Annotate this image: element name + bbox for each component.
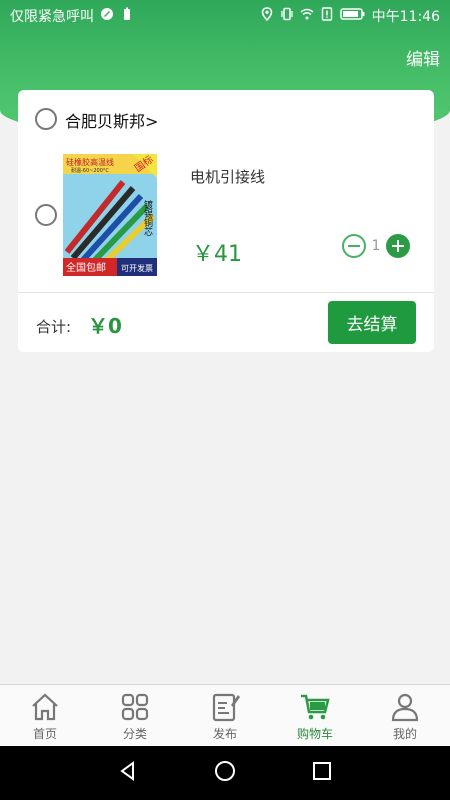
tab-publish-label: 发布 [212, 727, 237, 741]
image-free-shipping-text: 全国包邮 [66, 261, 106, 274]
image-side-text: 镀锡铜芯 [142, 199, 153, 236]
total-label: 合计: [36, 318, 72, 336]
status-bar: 仅限紧急呼叫 中午11:46 [0, 0, 450, 32]
circle-home-icon [214, 761, 235, 781]
wifi-icon [300, 7, 314, 25]
location-icon [260, 7, 274, 25]
checkout-button[interactable]: 去结算 [328, 301, 416, 344]
store-select-radio[interactable] [35, 108, 57, 130]
tab-profile[interactable]: 我的 [360, 685, 450, 746]
home-button[interactable] [214, 760, 236, 786]
back-button[interactable] [117, 760, 139, 786]
edit-icon [212, 693, 240, 722]
tab-category-label: 分类 [122, 727, 147, 741]
total-value: ￥0 [88, 314, 122, 338]
tab-profile-label: 我的 [392, 727, 417, 741]
system-navigation-bar [0, 746, 450, 800]
image-title-text: 硅橡胶高温线 [66, 157, 114, 167]
plus-icon [392, 240, 404, 252]
item-title[interactable]: 电机引接线 [190, 166, 265, 187]
minus-icon [348, 245, 360, 247]
vibrate-icon [280, 7, 294, 25]
tab-category[interactable]: 分类 [90, 685, 180, 746]
notification-icon [100, 7, 114, 25]
item-price: ￥41 [192, 242, 242, 267]
user-icon [391, 693, 419, 722]
back-icon [120, 761, 135, 781]
quantity-stepper: 1 [342, 234, 410, 258]
decrease-quantity-button[interactable] [342, 234, 366, 258]
battery-icon [339, 7, 366, 25]
increase-quantity-button[interactable] [386, 234, 410, 258]
image-range-text: 耐温-60~200°C [71, 167, 109, 174]
square-recents-icon [312, 762, 331, 780]
grid-icon [121, 693, 149, 721]
tab-publish[interactable]: 发布 [180, 685, 270, 746]
image-invoice-text: 可开发票 [121, 263, 153, 273]
tab-home-label: 首页 [32, 727, 57, 741]
home-icon [32, 693, 58, 721]
clock: 中午11:46 [371, 9, 440, 25]
tab-cart-label: 购物车 [296, 727, 333, 741]
divider [18, 292, 434, 293]
quantity-value: 1 [371, 238, 381, 254]
product-image[interactable]: 硅橡胶高温线 耐温-60~200°C 国标 全国包邮 可开发票 镀锡铜芯 [63, 154, 157, 276]
recents-button[interactable] [311, 760, 333, 786]
bottom-tab-bar: 首页 分类 发布 购物车 我的 [0, 684, 450, 746]
item-select-radio[interactable] [35, 204, 57, 226]
tab-cart[interactable]: 购物车 [270, 685, 360, 746]
cart-store-card: 合肥贝斯邦> 硅橡胶高温线 耐温-60~200°C 国标 全国包邮 可开发票 镀… [18, 90, 434, 352]
edit-button[interactable]: 编辑 [406, 45, 440, 70]
store-header: 合肥贝斯邦> [18, 90, 434, 148]
tab-home[interactable]: 首页 [0, 685, 90, 746]
cart-icon [301, 694, 330, 720]
battery-alert-icon [120, 7, 134, 25]
carrier-text: 仅限紧急呼叫 [10, 9, 94, 25]
sim-alert-icon [320, 7, 334, 25]
store-name-link[interactable]: 合肥贝斯邦> [65, 108, 158, 132]
